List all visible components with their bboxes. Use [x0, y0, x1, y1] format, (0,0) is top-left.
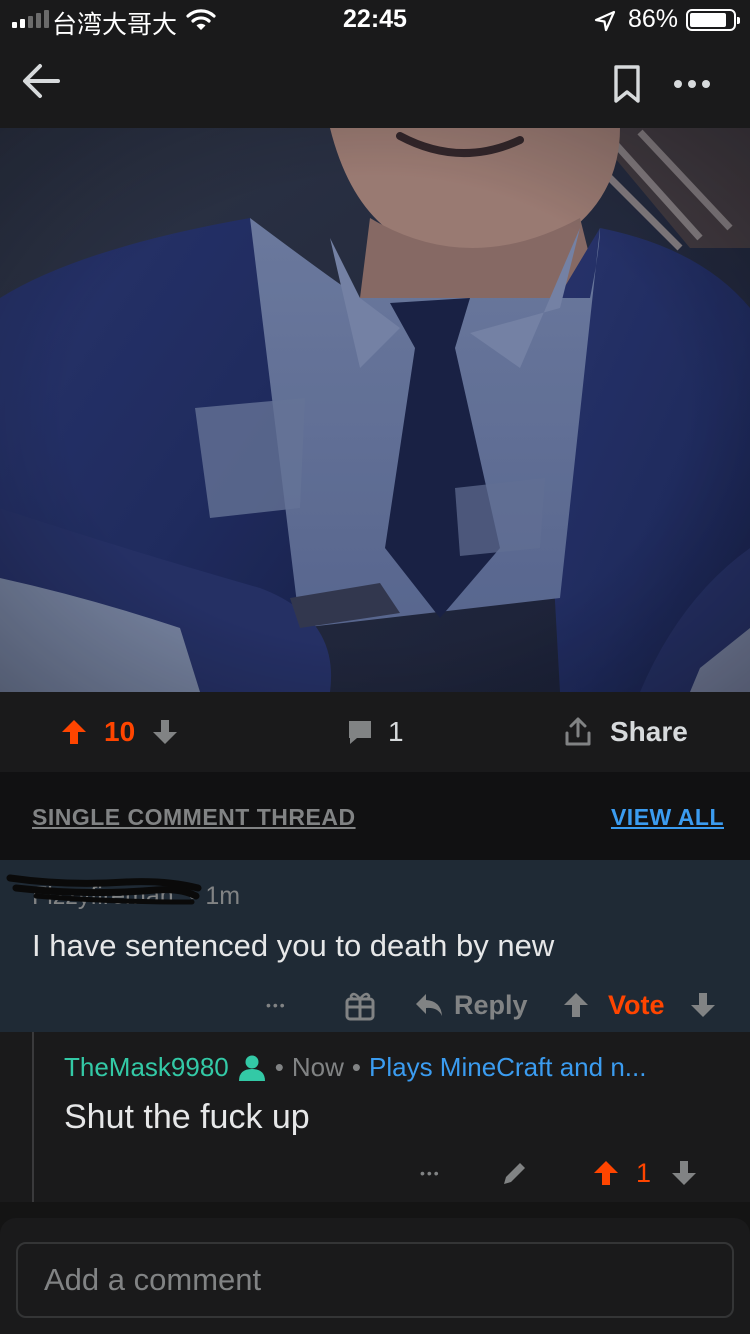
- comment-body: Shut the fuck up: [64, 1098, 310, 1136]
- more-options-button[interactable]: •••: [266, 980, 287, 1030]
- more-icon[interactable]: [668, 64, 716, 104]
- comment-count-button[interactable]: 1: [346, 692, 404, 772]
- bookmark-icon[interactable]: [612, 64, 642, 104]
- parent-comment[interactable]: Fizzyfireman • 1m I have sentenced you to…: [0, 860, 750, 1032]
- comment-score: 1: [636, 1157, 652, 1188]
- downvote-icon[interactable]: [689, 991, 717, 1019]
- comment-time: Now: [291, 1052, 344, 1082]
- downvote-icon[interactable]: [670, 1159, 698, 1187]
- redaction-scribble: [6, 874, 202, 905]
- comment-body: I have sentenced you to death by new: [32, 928, 555, 963]
- downvote-icon[interactable]: [151, 718, 179, 746]
- add-comment-input[interactable]: [16, 1242, 734, 1318]
- reply-icon: [416, 994, 442, 1016]
- status-bar: 台湾大哥大 22:45 86%: [0, 0, 750, 42]
- upvote-count: 10: [104, 716, 136, 747]
- vote-label: Vote: [608, 989, 665, 1020]
- more-options-button[interactable]: •••: [420, 1148, 441, 1198]
- reply-button[interactable]: Reply: [414, 980, 528, 1030]
- reply-label: Reply: [454, 989, 528, 1020]
- op-user-icon: [238, 1055, 265, 1081]
- upvote-icon[interactable]: [592, 1159, 620, 1187]
- thread-title: SINGLE COMMENT THREAD: [32, 804, 356, 830]
- upvote-icon[interactable]: [60, 718, 88, 746]
- comment-toolbar: ••• 1: [0, 1148, 750, 1198]
- battery-percentage: 86%: [628, 5, 679, 33]
- award-icon[interactable]: [344, 990, 376, 1022]
- comment-time: 1m: [205, 882, 241, 910]
- upvote-icon[interactable]: [562, 991, 590, 1019]
- separator: •: [274, 1052, 284, 1082]
- battery-icon: [686, 9, 740, 31]
- share-icon: [565, 717, 591, 746]
- separator: •: [351, 1052, 361, 1082]
- comment-meta: TheMask9980 • Now • Plays MineCraft and …: [64, 1052, 646, 1083]
- comment-icon: [349, 721, 371, 744]
- back-arrow-icon[interactable]: [18, 58, 64, 104]
- view-all-link[interactable]: VIEW ALL: [611, 804, 724, 831]
- thread-header: SINGLE COMMENT THREAD VIEW ALL: [0, 772, 750, 860]
- comment-count: 1: [388, 716, 404, 747]
- reply-comment[interactable]: TheMask9980 • Now • Plays MineCraft and …: [0, 1032, 750, 1202]
- post-image[interactable]: [0, 128, 750, 692]
- post-action-bar: 10 1 Share: [0, 692, 750, 772]
- share-button[interactable]: Share: [564, 692, 688, 772]
- share-label: Share: [610, 716, 688, 747]
- location-arrow-icon: [594, 10, 616, 32]
- user-flair: Plays MineCraft and n...: [369, 1052, 647, 1082]
- comment-author[interactable]: TheMask9980: [64, 1052, 229, 1083]
- top-bar: 台湾大哥大 22:45 86%: [0, 0, 750, 128]
- edit-icon[interactable]: [500, 1158, 530, 1188]
- comment-toolbar: ••• Reply Vote: [0, 980, 750, 1030]
- vote-group: 10: [60, 692, 179, 772]
